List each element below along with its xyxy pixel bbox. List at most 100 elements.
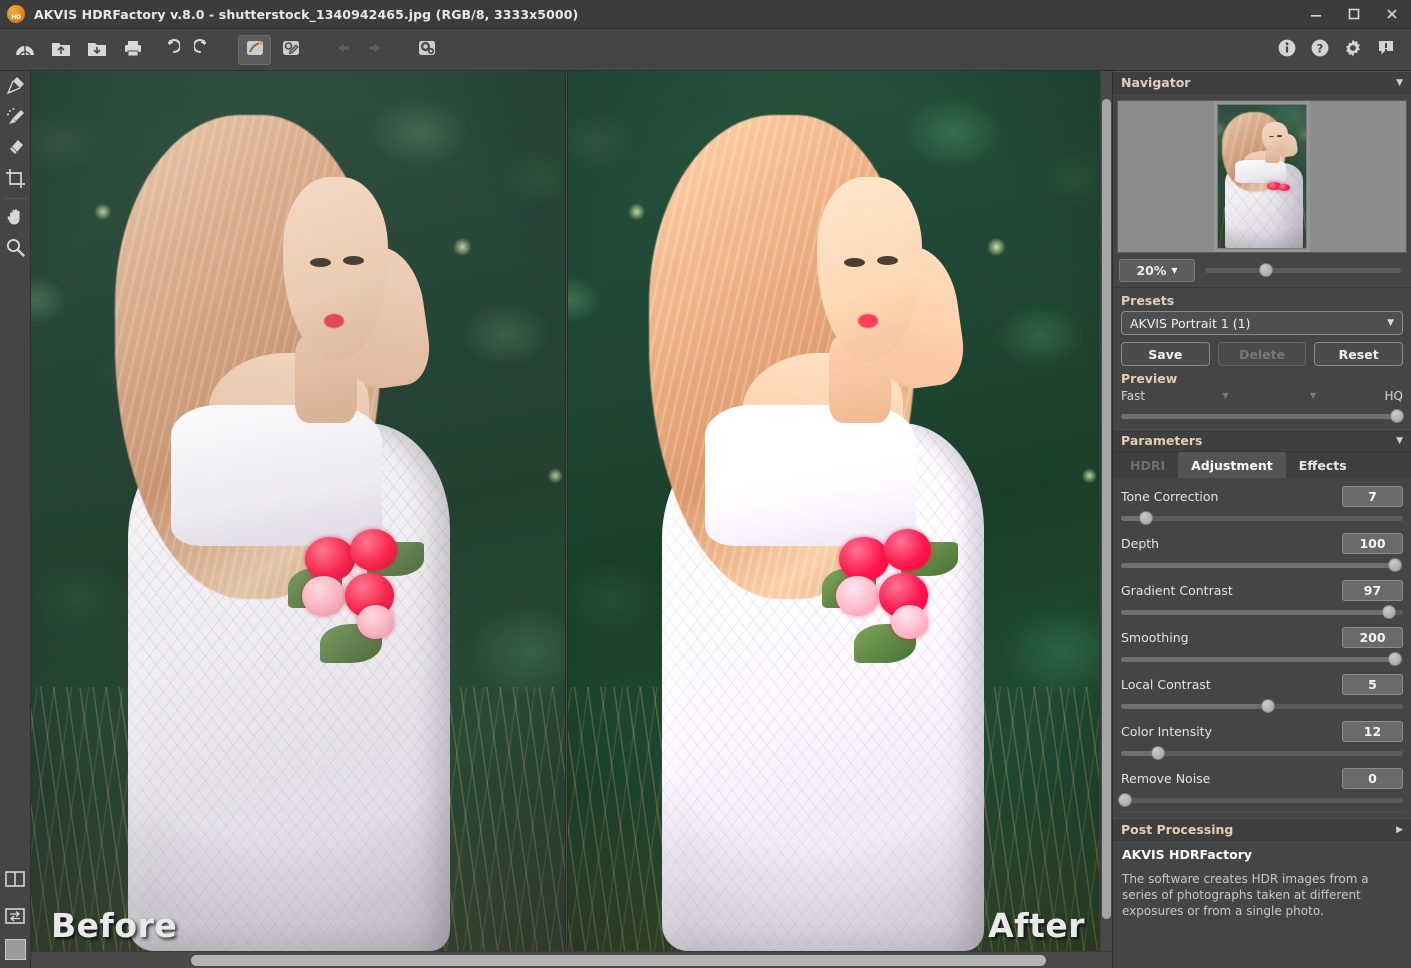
smudge-brush-icon: [5, 75, 26, 100]
canvas-horizontal-scrollbar[interactable]: [31, 951, 1112, 968]
param-label: Color Intensity: [1121, 723, 1213, 739]
parameters-header[interactable]: Parameters ▼: [1113, 429, 1411, 452]
param-slider-knob[interactable]: [1139, 511, 1154, 525]
delete-preset-button[interactable]: Delete: [1217, 342, 1307, 366]
param-value-field[interactable]: 12: [1342, 720, 1403, 742]
param-slider-knob[interactable]: [1387, 558, 1402, 572]
toolbar-right-group: ?: [1264, 35, 1401, 65]
printer-icon: [122, 38, 144, 62]
param-slider[interactable]: [1121, 605, 1403, 619]
navigator-thumbnail-area[interactable]: [1117, 100, 1407, 253]
tool-smudge[interactable]: [1, 72, 30, 102]
chevron-down-icon: ▼: [1387, 318, 1394, 328]
info-icon: [1277, 38, 1297, 62]
arrow-right-icon: [366, 38, 388, 62]
image-canvas[interactable]: Before After: [31, 71, 1112, 968]
presets-dropdown[interactable]: AKVIS Portrait 1 (1) ▼: [1121, 311, 1403, 335]
quick-export-button[interactable]: [274, 35, 307, 65]
color-swatch[interactable]: [4, 939, 26, 960]
navigator-thumbnail[interactable]: [1217, 104, 1307, 249]
before-pane[interactable]: Before: [31, 71, 565, 951]
about-section: AKVIS HDRFactory The software creates HD…: [1113, 841, 1411, 920]
maximize-button[interactable]: [1335, 0, 1373, 29]
zoom-level-dropdown[interactable]: 20% ▼: [1119, 258, 1195, 282]
save-preset-button[interactable]: Save: [1121, 342, 1210, 366]
save-image-button[interactable]: [80, 35, 113, 65]
reset-preset-button[interactable]: Reset: [1314, 342, 1404, 366]
preferences-button[interactable]: [410, 35, 443, 65]
param-slider[interactable]: [1121, 652, 1403, 666]
step-forward-button[interactable]: [360, 35, 393, 65]
param-label: Gradient Contrast: [1121, 582, 1233, 598]
after-pane[interactable]: After: [568, 71, 1099, 951]
param-slider-knob[interactable]: [1381, 605, 1396, 619]
tab-adjustment[interactable]: Adjustment: [1178, 452, 1286, 478]
tool-hand[interactable]: [1, 203, 30, 233]
vertical-scrollbar-thumb[interactable]: [1102, 99, 1111, 919]
param-slider[interactable]: [1121, 558, 1403, 572]
application-window: AKVIS HDRFactory v.8.0 - shutterstock_13…: [0, 0, 1411, 968]
param-value-field[interactable]: 97: [1342, 579, 1403, 601]
window-title: AKVIS HDRFactory v.8.0 - shutterstock_13…: [34, 6, 579, 22]
post-processing-header[interactable]: Post Processing ▶: [1113, 818, 1411, 841]
param-slider[interactable]: [1121, 511, 1403, 525]
zoom-slider-knob[interactable]: [1258, 263, 1273, 277]
parameters-title: Parameters: [1121, 433, 1203, 448]
arrow-left-icon: [330, 38, 352, 62]
chevron-down-icon[interactable]: ▼: [1396, 78, 1403, 88]
param-value-field[interactable]: 7: [1342, 485, 1403, 507]
param-value-field[interactable]: 0: [1342, 767, 1403, 789]
close-button[interactable]: [1373, 0, 1411, 29]
param-value-field[interactable]: 200: [1342, 626, 1403, 648]
param-slider-knob[interactable]: [1387, 652, 1402, 666]
preview-quality-knob[interactable]: [1390, 409, 1405, 423]
zoom-slider[interactable]: [1205, 263, 1401, 277]
report-bug-button[interactable]: [1371, 35, 1401, 65]
swap-view-toggle[interactable]: [1, 903, 30, 933]
canvas-vertical-scrollbar[interactable]: [1101, 71, 1112, 951]
run-akvis-button[interactable]: [8, 35, 41, 65]
param-smoothing: Smoothing 200: [1113, 626, 1411, 666]
history-brush-button[interactable]: [238, 34, 271, 65]
tool-zoom[interactable]: [1, 234, 30, 264]
horizontal-scrollbar-thumb[interactable]: [191, 955, 1046, 966]
preview-scale-labels: Fast HQ: [1121, 389, 1403, 403]
tool-eraser[interactable]: [1, 134, 30, 164]
app-logo-icon: [7, 5, 25, 23]
chevron-down-icon[interactable]: ▼: [1396, 436, 1403, 446]
preview-quality-slider[interactable]: [1121, 409, 1405, 423]
open-image-button[interactable]: [44, 35, 77, 65]
settings-button[interactable]: [1338, 35, 1368, 65]
stamp-pen-icon: [280, 38, 302, 62]
param-slider[interactable]: [1121, 699, 1403, 713]
bottom-sections: Post Processing ▶ AKVIS HDRFactory The s…: [1113, 811, 1411, 920]
param-slider-knob[interactable]: [1260, 699, 1275, 713]
about-button[interactable]: [1272, 35, 1302, 65]
print-image-button[interactable]: [116, 35, 149, 65]
after-label: After: [988, 906, 1085, 945]
redo-button[interactable]: [188, 35, 221, 65]
before-after-panes: Before After: [31, 71, 1101, 951]
help-button[interactable]: ?: [1305, 35, 1335, 65]
param-slider-knob[interactable]: [1118, 793, 1132, 807]
chevron-right-icon[interactable]: ▶: [1396, 825, 1403, 835]
tool-crop[interactable]: [1, 165, 30, 195]
param-value-field[interactable]: 5: [1342, 673, 1403, 695]
photo-vignette: [31, 71, 565, 951]
tab-hdri[interactable]: HDRI: [1117, 452, 1178, 478]
navigator-photo: [1218, 105, 1306, 248]
step-back-button[interactable]: [324, 35, 357, 65]
tool-history-brush[interactable]: [1, 103, 30, 133]
param-value-field[interactable]: 100: [1342, 532, 1403, 554]
param-slider-knob[interactable]: [1150, 746, 1165, 760]
param-slider[interactable]: [1118, 793, 1403, 807]
about-text: The software creates HDR images from a s…: [1122, 872, 1369, 919]
tab-effects[interactable]: Effects: [1286, 452, 1360, 478]
split-view-toggle[interactable]: [1, 866, 30, 896]
undo-button[interactable]: [152, 35, 185, 65]
minimize-button[interactable]: [1297, 0, 1335, 29]
presets-section: Presets AKVIS Portrait 1 (1) ▼ Save Dele…: [1113, 293, 1411, 366]
photo-vignette: [568, 71, 1099, 951]
navigator-header[interactable]: Navigator ▼: [1113, 71, 1411, 94]
param-slider[interactable]: [1121, 746, 1403, 760]
